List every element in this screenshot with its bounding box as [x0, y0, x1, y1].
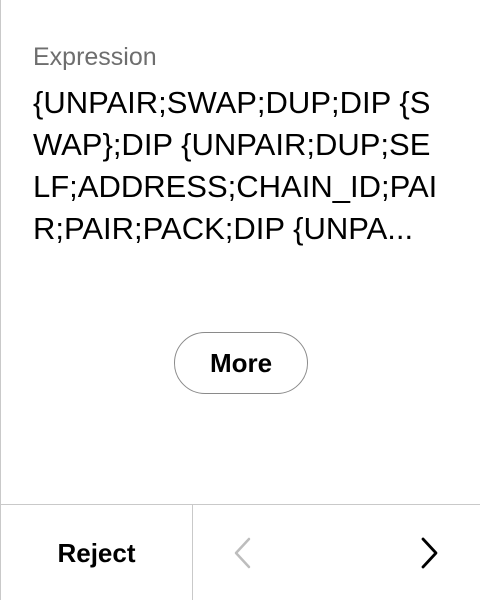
- expression-field: Expression {UNPAIR;SWAP;DUP;DIP {SWAP};D…: [33, 40, 453, 250]
- next-page-button[interactable]: [409, 533, 449, 573]
- page-navigation: [193, 505, 480, 600]
- chevron-left-icon: [234, 537, 251, 569]
- footer-bar: Reject: [1, 504, 480, 600]
- reject-button[interactable]: Reject: [1, 505, 193, 600]
- previous-page-button: [223, 533, 263, 573]
- chevron-right-icon: [421, 537, 438, 569]
- field-label: Expression: [33, 43, 157, 71]
- more-button[interactable]: More: [174, 332, 308, 394]
- review-screen: Expression {UNPAIR;SWAP;DUP;DIP {SWAP};D…: [0, 0, 480, 600]
- field-value: {UNPAIR;SWAP;DUP;DIP {SWAP};DIP {UNPAIR;…: [33, 85, 438, 246]
